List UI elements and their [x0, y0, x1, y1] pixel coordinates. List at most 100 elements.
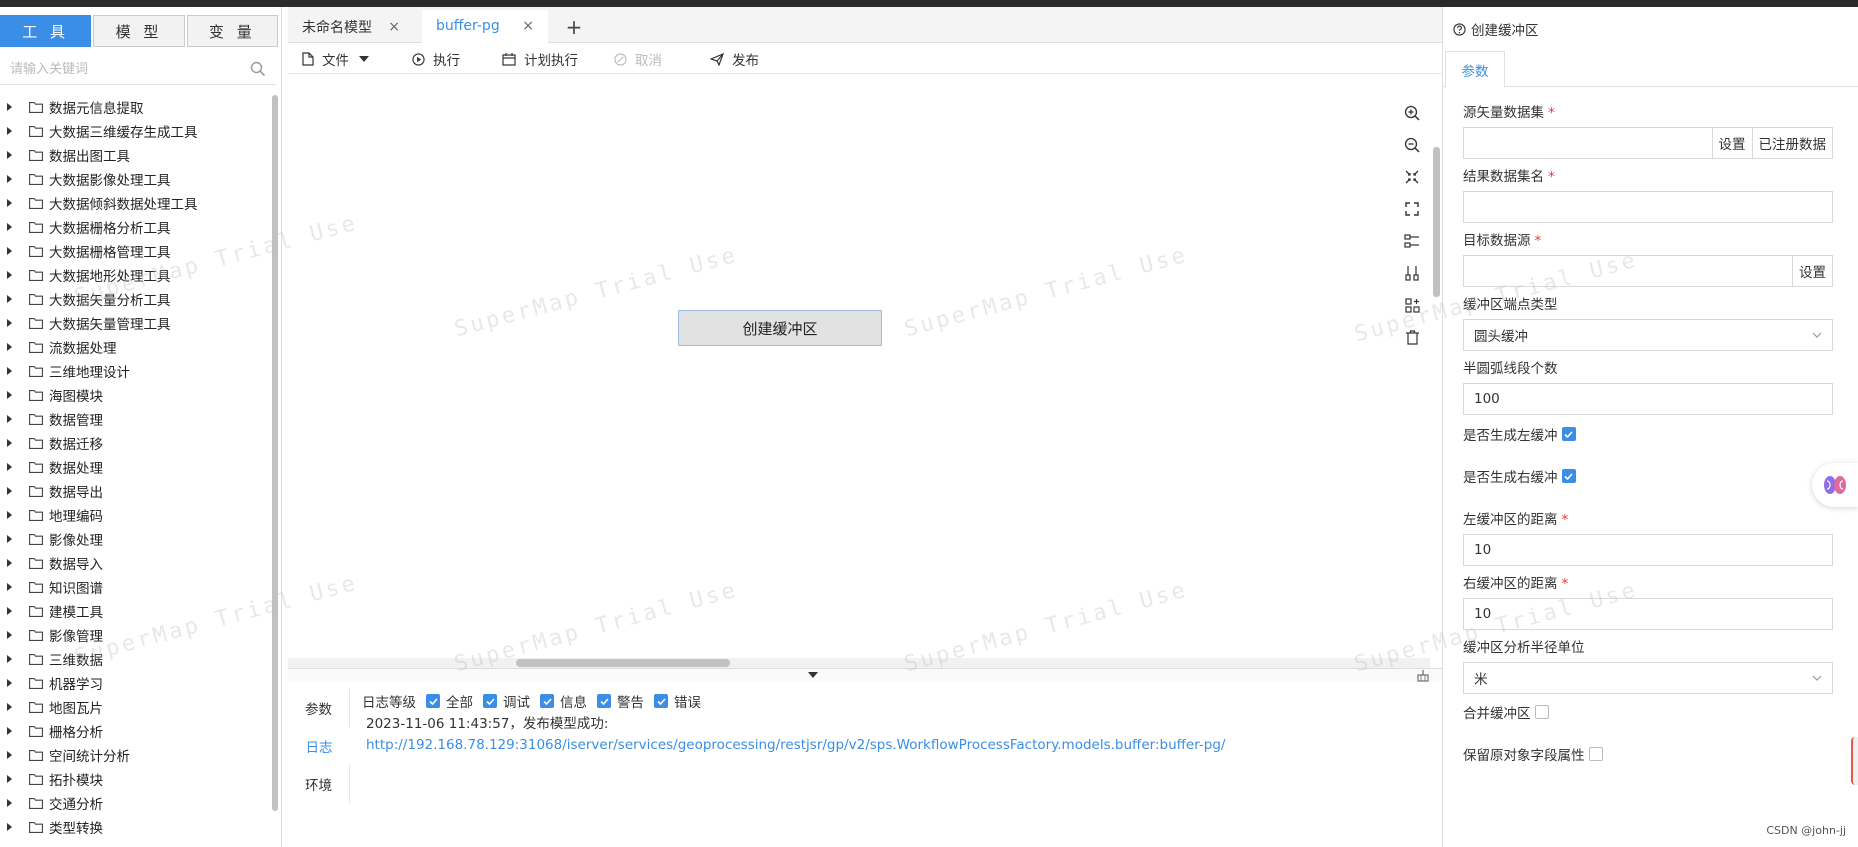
expand-arrow-icon[interactable]	[7, 511, 12, 519]
tree-item[interactable]: 数据元信息提取	[0, 95, 268, 119]
tab-models[interactable]: 模 型	[93, 15, 185, 47]
expand-arrow-icon[interactable]	[7, 391, 12, 399]
add-tab-button[interactable]: +	[554, 10, 594, 43]
expand-arrow-icon[interactable]	[7, 535, 12, 543]
publish-button[interactable]: 发布	[710, 48, 759, 70]
log-link[interactable]: http://192.168.78.129:31068/iserver/serv…	[350, 735, 1442, 756]
left-distance-input[interactable]: 10	[1463, 534, 1833, 566]
level-error-checkbox[interactable]: 错误	[654, 691, 701, 711]
expand-arrow-icon[interactable]	[7, 223, 12, 231]
tree-item[interactable]: 影像管理	[0, 623, 268, 647]
merge-buffer-checkbox[interactable]	[1534, 705, 1549, 719]
expand-arrow-icon[interactable]	[7, 151, 12, 159]
layout-horizontal-icon[interactable]	[1398, 225, 1426, 257]
expand-arrow-icon[interactable]	[7, 439, 12, 447]
expand-arrow-icon[interactable]	[7, 823, 12, 831]
set-button[interactable]: 设置	[1711, 128, 1752, 158]
radius-unit-select[interactable]: 米	[1463, 662, 1833, 694]
tree-item[interactable]: 影像处理	[0, 527, 268, 551]
tree-scrollbar[interactable]	[272, 95, 278, 811]
tree-item[interactable]: 三维地理设计	[0, 359, 268, 383]
expand-arrow-icon[interactable]	[7, 127, 12, 135]
tab-untitled-model[interactable]: 未命名模型 ×	[288, 10, 414, 43]
expand-arrow-icon[interactable]	[7, 343, 12, 351]
tree-item[interactable]: 大数据三维缓存生成工具	[0, 119, 268, 143]
clear-log-icon[interactable]	[1416, 669, 1430, 683]
expand-arrow-icon[interactable]	[7, 559, 12, 567]
registered-data-button[interactable]: 已注册数据	[1751, 128, 1832, 158]
layout-vertical-icon[interactable]	[1398, 257, 1426, 289]
tree-item[interactable]: 空间统计分析	[0, 743, 268, 767]
tab-variables[interactable]: 变 量	[186, 15, 278, 47]
model-node-create-buffer[interactable]: 创建缓冲区	[678, 310, 882, 346]
tree-item[interactable]: 数据处理	[0, 455, 268, 479]
keep-fields-checkbox[interactable]	[1588, 747, 1603, 761]
expand-arrow-icon[interactable]	[7, 679, 12, 687]
ai-assistant-button[interactable]	[1812, 463, 1858, 507]
log-panel-splitter[interactable]	[288, 668, 1442, 682]
expand-arrow-icon[interactable]	[7, 607, 12, 615]
target-datasource-input[interactable]: 设置	[1463, 255, 1833, 287]
tree-item[interactable]: 三维数据	[0, 647, 268, 671]
right-distance-input[interactable]: 10	[1463, 598, 1833, 630]
expand-arrow-icon[interactable]	[7, 247, 12, 255]
expand-arrow-icon[interactable]	[7, 751, 12, 759]
tree-item[interactable]: 海图模块	[0, 383, 268, 407]
expand-arrow-icon[interactable]	[7, 631, 12, 639]
tab-parameters[interactable]: 参数	[1445, 51, 1505, 88]
level-info-checkbox[interactable]: 信息	[540, 691, 587, 711]
expand-arrow-icon[interactable]	[7, 583, 12, 591]
tree-item[interactable]: 数据迁移	[0, 431, 268, 455]
close-icon[interactable]: ×	[388, 19, 400, 35]
search-icon[interactable]	[250, 61, 266, 77]
expand-arrow-icon[interactable]	[7, 175, 12, 183]
tree-item[interactable]: 建模工具	[0, 599, 268, 623]
file-menu-button[interactable]: 文件	[302, 48, 377, 70]
tree-item[interactable]: 大数据矢量分析工具	[0, 287, 268, 311]
tree-item[interactable]: 大数据矢量管理工具	[0, 311, 268, 335]
left-buffer-checkbox[interactable]	[1561, 427, 1576, 441]
expand-arrow-icon[interactable]	[7, 727, 12, 735]
set-button[interactable]: 设置	[1792, 256, 1832, 286]
tree-item[interactable]: 数据出图工具	[0, 143, 268, 167]
close-icon[interactable]: ×	[522, 18, 534, 34]
end-type-select[interactable]: 圆头缓冲	[1463, 319, 1833, 351]
fullscreen-icon[interactable]	[1398, 193, 1426, 225]
expand-arrow-icon[interactable]	[7, 703, 12, 711]
tree-item[interactable]: 地理编码	[0, 503, 268, 527]
run-button[interactable]: 执行	[412, 48, 460, 70]
tree-item[interactable]: 大数据栅格分析工具	[0, 215, 268, 239]
tree-item[interactable]: 拓扑模块	[0, 767, 268, 791]
schedule-run-button[interactable]: 计划执行	[502, 48, 578, 70]
expand-arrow-icon[interactable]	[7, 103, 12, 111]
tree-item[interactable]: 交通分析	[0, 791, 268, 815]
fit-content-icon[interactable]	[1398, 161, 1426, 193]
help-icon[interactable]	[1453, 22, 1466, 36]
tree-item[interactable]: 机器学习	[0, 671, 268, 695]
tab-environment[interactable]: 环境	[288, 765, 350, 803]
expand-arrow-icon[interactable]	[7, 199, 12, 207]
delete-icon[interactable]	[1398, 321, 1426, 353]
tab-parameters[interactable]: 参数	[288, 689, 350, 727]
cancel-button[interactable]: 取消	[614, 48, 662, 70]
tree-item[interactable]: 知识图谱	[0, 575, 268, 599]
tree-item[interactable]: 流数据处理	[0, 335, 268, 359]
level-debug-checkbox[interactable]: 调试	[483, 691, 530, 711]
tree-item[interactable]: 地图瓦片	[0, 695, 268, 719]
tab-buffer-pg[interactable]: buffer-pg ×	[422, 10, 548, 43]
expand-arrow-icon[interactable]	[7, 367, 12, 375]
expand-arrow-icon[interactable]	[7, 319, 12, 327]
tab-log[interactable]: 日志	[288, 727, 350, 765]
tree-item[interactable]: 大数据栅格管理工具	[0, 239, 268, 263]
source-dataset-input[interactable]: 设置 已注册数据	[1463, 127, 1833, 159]
expand-arrow-icon[interactable]	[7, 775, 12, 783]
arc-segments-input[interactable]: 100	[1463, 383, 1833, 415]
collapse-triangle-icon[interactable]	[808, 672, 818, 678]
right-buffer-checkbox[interactable]	[1561, 469, 1576, 483]
tree-item[interactable]: 大数据影像处理工具	[0, 167, 268, 191]
zoom-out-icon[interactable]	[1398, 129, 1426, 161]
canvas-horizontal-scrollbar[interactable]	[516, 659, 730, 667]
model-canvas[interactable]: 创建缓冲区	[288, 75, 1430, 663]
result-dataset-name-input[interactable]	[1463, 191, 1833, 223]
tree-item[interactable]: 大数据倾斜数据处理工具	[0, 191, 268, 215]
